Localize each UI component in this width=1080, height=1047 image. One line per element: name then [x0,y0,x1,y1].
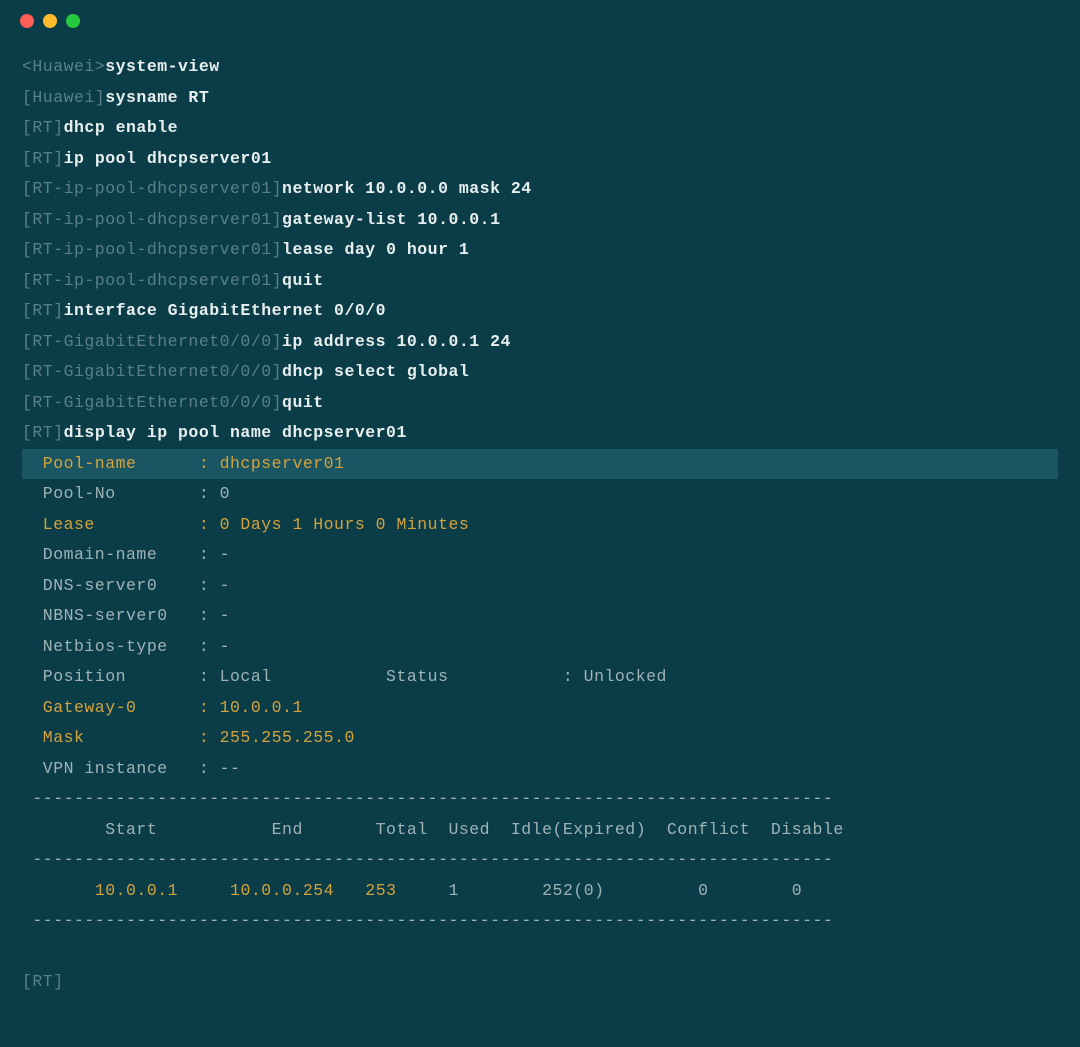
cli-prompt: [Huawei] [22,88,105,107]
cli-command: dhcp select global [282,362,469,381]
cli-prompt: [RT-GigabitEthernet0/0/0] [22,362,282,381]
cli-command: ip address 10.0.0.1 24 [282,332,511,351]
cli-prompt: <Huawei> [22,57,105,76]
cli-command: system-view [105,57,219,76]
output-total: 253 [365,881,396,900]
blank-line [22,937,1058,968]
cli-prompt: [RT] [22,118,64,137]
cli-line: [RT-ip-pool-dhcpserver01]lease day 0 hou… [22,235,1058,266]
cli-line: [RT]dhcp enable [22,113,1058,144]
output-separator: ----------------------------------------… [22,845,1058,876]
cli-line: [RT-GigabitEthernet0/0/0]dhcp select glo… [22,357,1058,388]
output-lease: Lease : 0 Days 1 Hours 0 Minutes [22,510,1058,541]
maximize-icon[interactable] [66,14,80,28]
cli-line: [RT-GigabitEthernet0/0/0]ip address 10.0… [22,327,1058,358]
cli-line: [RT-ip-pool-dhcpserver01]quit [22,266,1058,297]
cli-line: [RT]ip pool dhcpserver01 [22,144,1058,175]
output-end-ip: 10.0.0.254 [230,881,334,900]
cli-prompt: [RT-ip-pool-dhcpserver01] [22,210,282,229]
output-table-header: Start End Total Used Idle(Expired) Confl… [22,815,1058,846]
cli-line: [RT]display ip pool name dhcpserver01 [22,418,1058,449]
output-position: Position : Local Status : Unlocked [22,662,1058,693]
cli-command: gateway-list 10.0.0.1 [282,210,500,229]
cli-command: interface GigabitEthernet 0/0/0 [64,301,386,320]
cli-command: ip pool dhcpserver01 [64,149,272,168]
cli-command: quit [282,271,324,290]
output-netbios-type: Netbios-type : - [22,632,1058,663]
cli-command: quit [282,393,324,412]
output-table-row: 10.0.0.1 10.0.0.254 253 1 252(0) 0 0 [22,876,1058,907]
close-icon[interactable] [20,14,34,28]
output-pool-no: Pool-No : 0 [22,479,1058,510]
cli-prompt: [RT-GigabitEthernet0/0/0] [22,393,282,412]
cli-command: lease day 0 hour 1 [282,240,469,259]
cli-line: [RT] [22,967,1058,998]
cli-prompt: [RT-ip-pool-dhcpserver01] [22,179,282,198]
cli-prompt: [RT] [22,423,64,442]
cli-prompt: [RT] [22,149,64,168]
terminal-output[interactable]: <Huawei>system-view[Huawei]sysname RT[RT… [0,36,1080,998]
cli-prompt: [RT] [22,301,64,320]
cli-line: <Huawei>system-view [22,52,1058,83]
cli-line: [Huawei]sysname RT [22,83,1058,114]
cli-line: [RT]interface GigabitEthernet 0/0/0 [22,296,1058,327]
cli-prompt: [RT-GigabitEthernet0/0/0] [22,332,282,351]
output-nbns-server0: NBNS-server0 : - [22,601,1058,632]
output-row-rest: 1 252(0) 0 0 [397,881,803,900]
minimize-icon[interactable] [43,14,57,28]
cli-prompt: [RT-ip-pool-dhcpserver01] [22,271,282,290]
output-start-ip: 10.0.0.1 [95,881,178,900]
cli-line: [RT-ip-pool-dhcpserver01]network 10.0.0.… [22,174,1058,205]
output-vpn-instance: VPN instance : -- [22,754,1058,785]
output-separator: ----------------------------------------… [22,784,1058,815]
cli-prompt: [RT] [22,972,64,991]
cli-line: [RT-ip-pool-dhcpserver01]gateway-list 10… [22,205,1058,236]
cli-command: network 10.0.0.0 mask 24 [282,179,532,198]
output-domain-name: Domain-name : - [22,540,1058,571]
cli-prompt: [RT-ip-pool-dhcpserver01] [22,240,282,259]
output-mask: Mask : 255.255.255.0 [22,723,1058,754]
output-gateway0: Gateway-0 : 10.0.0.1 [22,693,1058,724]
output-dns-server0: DNS-server0 : - [22,571,1058,602]
window-titlebar [0,0,1080,36]
cli-command: display ip pool name dhcpserver01 [64,423,407,442]
cli-command: dhcp enable [64,118,178,137]
cli-command: sysname RT [105,88,209,107]
output-separator: ----------------------------------------… [22,906,1058,937]
cli-line: [RT-GigabitEthernet0/0/0]quit [22,388,1058,419]
output-pool-name: Pool-name : dhcpserver01 [22,449,1058,480]
